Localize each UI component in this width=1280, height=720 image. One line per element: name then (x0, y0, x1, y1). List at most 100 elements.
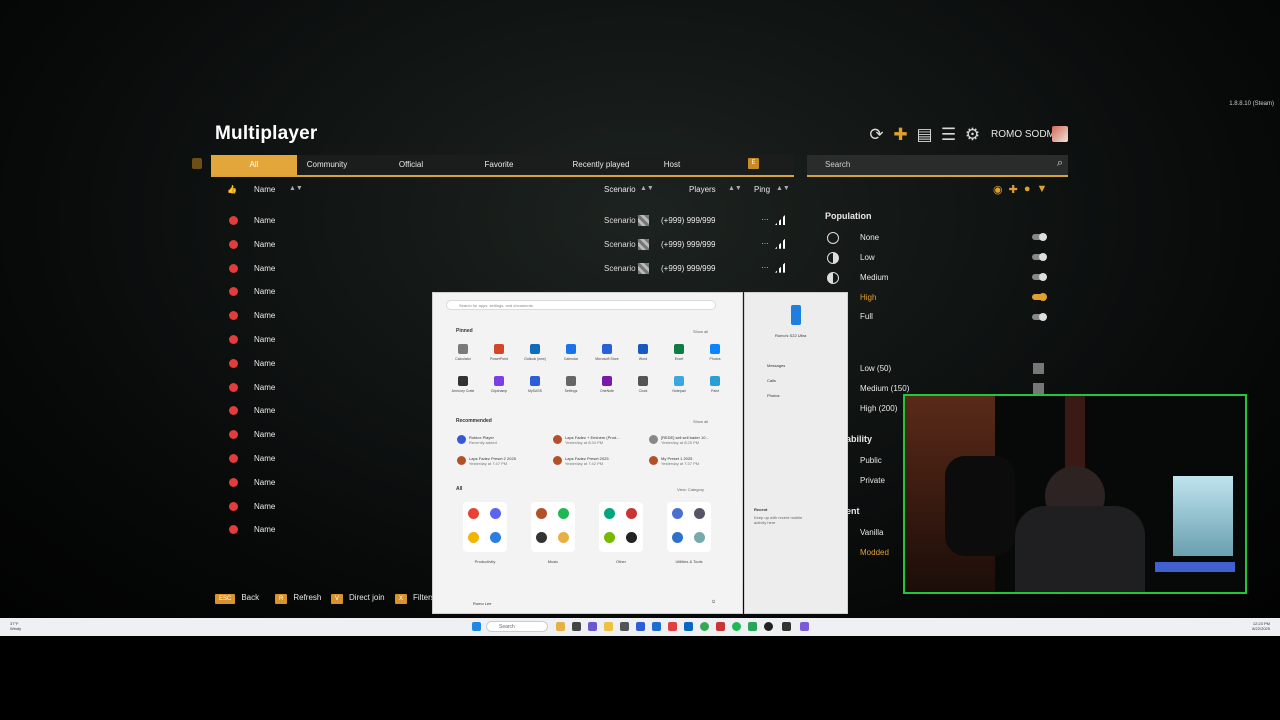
favorite-filter-icon[interactable]: ◉ (993, 183, 1003, 196)
app-tile-icon[interactable] (710, 344, 720, 354)
table-row[interactable]: Name Scenario (+999) 999/999… (211, 211, 794, 231)
filter-full[interactable]: Full (860, 312, 873, 321)
app-tile-icon[interactable] (566, 344, 576, 354)
app-tile-icon[interactable] (458, 344, 468, 354)
system-clock[interactable]: 12:23 PM 8/22/2025 (1252, 621, 1270, 631)
show-all-pinned[interactable]: Show all (693, 329, 708, 334)
tab-favorite[interactable]: Favorite (469, 155, 529, 175)
more-icon[interactable]: … (761, 237, 769, 246)
spotify-icon[interactable] (732, 622, 741, 631)
start-user[interactable]: Romo Lee (473, 601, 491, 606)
app-tile-icon[interactable] (530, 344, 540, 354)
filter-high[interactable]: High (860, 293, 876, 302)
taskbar-app-icon[interactable] (636, 622, 645, 631)
app-tile-icon[interactable] (566, 376, 576, 386)
recommended-item[interactable]: My Preset 1 2025 Yesterday at 7:37 PM (661, 456, 699, 466)
filter-vanilla[interactable]: Vanilla (860, 528, 883, 537)
recommended-item[interactable]: Laps Fadez Preset 2025 Yesterday at 7:42 … (565, 456, 609, 466)
app-tile-icon[interactable] (638, 344, 648, 354)
taskbar-search-input[interactable]: Search (486, 621, 548, 632)
windows-start-icon[interactable] (472, 622, 481, 631)
folder-icon[interactable] (604, 622, 613, 631)
more-icon[interactable]: … (761, 261, 769, 270)
search-input[interactable]: Search ⌕ (807, 155, 1068, 177)
filter-cap-medium[interactable]: Medium (150) (860, 384, 909, 393)
tab-recently-played[interactable]: Recently played (567, 155, 635, 175)
region-filter-icon[interactable]: ● (1024, 183, 1031, 196)
sort-arrow-icon[interactable]: ▲▼ (640, 185, 654, 192)
app-tile-icon[interactable] (674, 344, 684, 354)
taskbar-app-icon[interactable] (556, 622, 565, 631)
avatar[interactable] (1052, 126, 1068, 142)
taskbar-app-icon[interactable] (668, 622, 677, 631)
app-tile-icon[interactable] (494, 376, 504, 386)
app-tile-icon[interactable] (674, 376, 684, 386)
more-icon[interactable]: … (761, 213, 769, 222)
app-group-folder[interactable] (599, 502, 643, 552)
toggle-none[interactable] (1032, 233, 1047, 241)
recommended-item[interactable]: [REDE] sell sell bader 10... Yesterday at… (661, 435, 709, 445)
side-calls[interactable]: Calls (767, 378, 776, 383)
toggle-high[interactable] (1032, 293, 1047, 301)
app-tile-icon[interactable] (602, 376, 612, 386)
filter-public[interactable]: Public (860, 456, 882, 465)
filter-cap-low[interactable]: Low (50) (860, 364, 891, 373)
filter-list-icon[interactable]: ☰ (939, 125, 958, 145)
filter-private[interactable]: Private (860, 476, 885, 485)
power-icon[interactable]: ⏻ (712, 599, 715, 604)
tab-official[interactable]: Official (381, 155, 441, 175)
column-scenario[interactable]: Scenario (604, 185, 636, 194)
taskbar-app-icon[interactable] (800, 622, 809, 631)
chrome-icon[interactable] (700, 622, 709, 631)
tab-community[interactable]: Community (297, 155, 357, 175)
show-all-recommended[interactable]: Show all (693, 419, 708, 424)
filter-modded[interactable]: Modded (860, 548, 889, 557)
app-tile-icon[interactable] (602, 344, 612, 354)
recommended-item[interactable]: Roblox Player Recently added (469, 435, 497, 445)
table-row[interactable]: Name Scenario (+999) 999/999… (211, 259, 794, 279)
app-tile-icon[interactable] (710, 376, 720, 386)
recommended-item[interactable]: Laps Fadez + Eminem (Prod... Yesterday at… (565, 435, 619, 445)
start-search-input[interactable]: Search for apps, settings, and documents (446, 300, 716, 310)
recommended-item[interactable]: Laps Fadez Preset 2 2025 Yesterday at 7:4… (469, 456, 516, 466)
app-group-folder[interactable] (667, 502, 711, 552)
steam-icon[interactable] (764, 622, 773, 631)
sort-arrow-icon[interactable]: ▲▼ (289, 185, 303, 192)
taskbar-app-icon[interactable] (652, 622, 661, 631)
taskbar-app-icon[interactable] (684, 622, 693, 631)
toggle-full[interactable] (1032, 313, 1047, 321)
direct-join-action[interactable]: V Direct join (331, 593, 385, 604)
game-taskbar-icon[interactable] (782, 622, 791, 631)
side-messages[interactable]: Messages (767, 363, 785, 368)
taskbar-app-icon[interactable] (620, 622, 629, 631)
filters-action[interactable]: X Filters (395, 593, 435, 604)
weather-widget[interactable]: 37°F Windy (10, 621, 21, 631)
filter-none[interactable]: None (860, 233, 879, 242)
table-row[interactable]: Name Scenario (+999) 999/999… (211, 235, 794, 255)
app-group-folder[interactable] (463, 502, 507, 552)
side-photos[interactable]: Photos (767, 393, 779, 398)
taskbar-app-icon[interactable] (748, 622, 757, 631)
back-action[interactable]: ESC Back (215, 593, 259, 604)
mods-filter-icon[interactable]: ✚ (1009, 183, 1018, 196)
tab-all[interactable]: All (211, 155, 297, 175)
tab-host[interactable]: Host (657, 155, 687, 175)
view-category[interactable]: View: Category (677, 487, 704, 492)
funnel-icon[interactable]: ▼ (1036, 183, 1047, 196)
app-tile-icon[interactable] (458, 376, 468, 386)
mods-icon[interactable]: ✚ (891, 125, 910, 145)
news-icon[interactable]: ▤ (915, 125, 934, 145)
taskbar-app-icon[interactable] (716, 622, 725, 631)
taskbar-app-icon[interactable] (588, 622, 597, 631)
filter-cap-high[interactable]: High (200) (860, 404, 897, 413)
sort-arrow-icon[interactable]: ▲▼ (728, 185, 742, 192)
filter-medium[interactable]: Medium (860, 273, 888, 282)
sync-icon[interactable]: ⟳ (867, 125, 886, 145)
app-tile-icon[interactable] (494, 344, 504, 354)
settings-icon[interactable]: ⚙ (963, 125, 982, 145)
refresh-action[interactable]: R Refresh (275, 593, 321, 604)
thumbs-up-icon[interactable]: 👍 (227, 185, 237, 194)
column-name[interactable]: Name (254, 185, 275, 194)
taskbar-app-icon[interactable] (572, 622, 581, 631)
sort-arrow-icon[interactable]: ▲▼ (776, 185, 790, 192)
